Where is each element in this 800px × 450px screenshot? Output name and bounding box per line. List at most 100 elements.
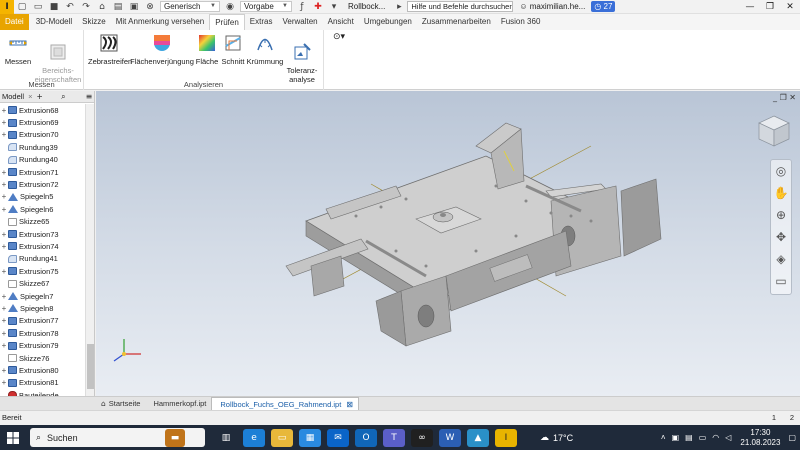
outlook-icon[interactable]: O: [355, 428, 377, 447]
expand-icon[interactable]: +: [0, 168, 8, 177]
close-icon[interactable]: ⊠: [346, 398, 353, 411]
browser-title[interactable]: Modell: [2, 92, 24, 101]
notifications-icon[interactable]: ▢: [788, 433, 796, 442]
weather-widget[interactable]: ☁ 17°C: [540, 433, 573, 443]
browser-item[interactable]: Rundung39: [0, 141, 85, 153]
tray-app-icon[interactable]: ▣: [672, 433, 680, 442]
redo-icon[interactable]: ↷: [80, 2, 92, 12]
browser-item[interactable]: Rundung41: [0, 253, 85, 265]
tab-9[interactable]: Zusammenarbeiten: [417, 14, 496, 30]
browser-item[interactable]: + Spiegeln8: [0, 302, 85, 314]
material-combo[interactable]: Generisch ▼: [160, 1, 220, 12]
browser-item[interactable]: + Extrusion72: [0, 178, 85, 190]
start-button[interactable]: [0, 425, 26, 450]
photos-icon[interactable]: ▲: [467, 428, 489, 447]
update-icon[interactable]: ▣: [128, 2, 140, 12]
expand-icon[interactable]: +: [0, 180, 8, 189]
add-tab-icon[interactable]: +: [36, 92, 42, 101]
rollbock-3d-model[interactable]: [96, 91, 800, 396]
notification-badge[interactable]: ◷ 27: [591, 1, 616, 12]
expand-icon[interactable]: +: [0, 118, 8, 127]
minimize-icon[interactable]: —: [740, 2, 760, 12]
browser-item[interactable]: + Extrusion71: [0, 166, 85, 178]
browser-item[interactable]: + Extrusion75: [0, 265, 85, 277]
fit-view-icon[interactable]: ▭: [771, 270, 791, 292]
new-file-icon[interactable]: ▢: [16, 2, 28, 12]
draft-analysis-button[interactable]: Flächenverjüngung: [130, 33, 194, 66]
task-view-icon[interactable]: ▥: [215, 429, 237, 447]
expand-icon[interactable]: +: [0, 292, 8, 301]
open-file-icon[interactable]: ▭: [32, 2, 44, 12]
tray-app-icon[interactable]: ▤: [685, 433, 693, 442]
surface-analysis-button[interactable]: Fläche: [194, 33, 220, 66]
tab-1[interactable]: 3D-Modell: [31, 14, 77, 30]
document-tab[interactable]: ⌂ Startseite: [96, 397, 145, 410]
parameters-icon[interactable]: ƒ: [296, 2, 308, 12]
zoom-icon[interactable]: ⊕: [771, 204, 791, 226]
graphics-viewport[interactable]: _ ❐ ✕ ◎ ✋ ⊕ ✥ ◈ ▭: [96, 91, 800, 396]
zebra-button[interactable]: Zebrastreifen: [88, 33, 132, 66]
pan-icon[interactable]: ✋: [771, 182, 791, 204]
look-at-icon[interactable]: ◈: [771, 248, 791, 270]
home-icon[interactable]: ⌂: [96, 2, 108, 12]
save-icon[interactable]: ■: [48, 2, 60, 12]
expand-icon[interactable]: +: [0, 366, 8, 375]
clock[interactable]: 17:30 21.08.2023: [740, 428, 780, 448]
expand-icon[interactable]: +: [0, 106, 8, 115]
browser-item[interactable]: + Extrusion74: [0, 240, 85, 252]
browser-item[interactable]: + Extrusion79: [0, 339, 85, 351]
browser-item[interactable]: + Extrusion68: [0, 104, 85, 116]
browser-item[interactable]: + Spiegeln6: [0, 203, 85, 215]
steering-wheel-icon[interactable]: ◎: [771, 160, 791, 182]
browser-item[interactable]: Skizze76: [0, 352, 85, 364]
teams-icon[interactable]: T: [383, 428, 405, 447]
browser-item[interactable]: + Spiegeln7: [0, 290, 85, 302]
expand-icon[interactable]: +: [0, 329, 8, 338]
browser-item[interactable]: + Extrusion69: [0, 116, 85, 128]
inventor-logo-icon[interactable]: I: [0, 0, 14, 14]
browser-item[interactable]: Bauteilende: [0, 389, 85, 396]
tab-0[interactable]: Datei: [0, 14, 29, 30]
edge-icon[interactable]: e: [243, 428, 265, 447]
appearance-combo[interactable]: Vorgabe ▼: [240, 1, 292, 12]
expand-icon[interactable]: +: [0, 192, 8, 201]
undo-icon[interactable]: ↶: [64, 2, 76, 12]
expand-icon[interactable]: +: [0, 242, 8, 251]
expand-icon[interactable]: +: [0, 230, 8, 239]
tab-5[interactable]: Extras: [245, 14, 278, 30]
customize-icon[interactable]: ▾: [328, 2, 340, 12]
expand-icon[interactable]: +: [0, 130, 8, 139]
view-cube[interactable]: [756, 113, 792, 149]
tab-8[interactable]: Umgebungen: [359, 14, 417, 30]
expand-icon[interactable]: +: [0, 341, 8, 350]
browser-item[interactable]: Skizze67: [0, 277, 85, 289]
wifi-icon[interactable]: ◠: [712, 433, 719, 442]
word-icon[interactable]: W: [439, 428, 461, 447]
help-search-input[interactable]: Hilfe und Befehle durchsuchen...: [407, 1, 514, 12]
browser-item[interactable]: + Extrusion77: [0, 315, 85, 327]
briefcase-icon[interactable]: ▬: [165, 428, 185, 447]
document-tab[interactable]: Rollbock_Fuchs_OEG_Rahmend.ipt ⊠: [211, 397, 359, 410]
section-analysis-button[interactable]: Schnitt: [220, 33, 246, 66]
select-icon[interactable]: ▤: [112, 2, 124, 12]
document-tab[interactable]: Hammerkopf.ipt: [145, 397, 211, 410]
volume-icon[interactable]: ◁: [725, 433, 731, 442]
orbit-icon[interactable]: ✥: [771, 226, 791, 248]
expand-icon[interactable]: +: [0, 316, 8, 325]
inventor-taskbar-icon[interactable]: I: [495, 428, 517, 447]
browser-item[interactable]: + Extrusion80: [0, 364, 85, 376]
curvature-button[interactable]: Krümmung: [246, 33, 284, 66]
browser-item[interactable]: Skizze65: [0, 216, 85, 228]
browser-item[interactable]: + Spiegeln5: [0, 191, 85, 203]
close-icon[interactable]: ✕: [780, 2, 800, 12]
mail-icon[interactable]: ✉: [327, 428, 349, 447]
menu-icon[interactable]: ≡: [84, 92, 94, 101]
search-icon[interactable]: ⌕: [58, 92, 68, 102]
browser-item[interactable]: + Extrusion73: [0, 228, 85, 240]
tab-10[interactable]: Fusion 360: [496, 14, 546, 30]
measure-button[interactable]: Messen: [2, 33, 34, 66]
explorer-icon[interactable]: ▭: [271, 428, 293, 447]
browser-item[interactable]: + Extrusion78: [0, 327, 85, 339]
expand-icon[interactable]: +: [0, 205, 8, 214]
add-icon[interactable]: ✚: [312, 2, 324, 12]
